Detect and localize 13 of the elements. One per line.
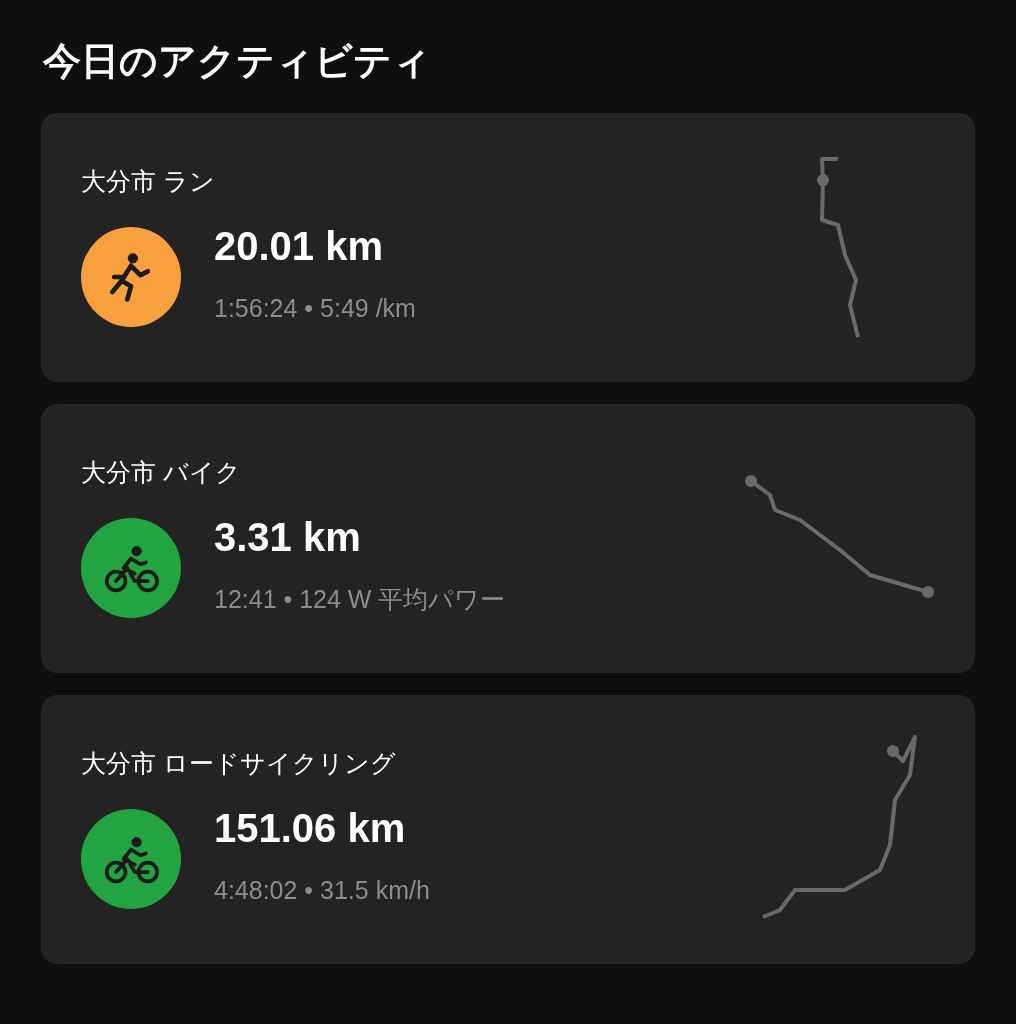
activity-card[interactable]: 大分市 バイク 3.31 km 12:41 • 124 W 平均パワー [41, 404, 975, 673]
activity-stats: 1:56:24 • 5:49 /km [214, 293, 416, 323]
activity-stats: 4:48:02 • 31.5 km/h [214, 875, 430, 905]
page-title: 今日のアクティビティ [43, 42, 432, 80]
activity-card[interactable]: 大分市 ラン 20.01 km 1:56:24 • 5:49 /km [41, 113, 975, 382]
distance-value: 3.31 km [214, 514, 362, 560]
activity-stats: 12:41 • 124 W 平均パワー [214, 584, 506, 614]
distance-value: 20.01 km [214, 223, 385, 269]
activity-title: 大分市 バイク [81, 458, 242, 486]
distance-value: 151.06 km [214, 805, 407, 851]
activity-card[interactable]: 大分市 ロードサイクリング 151.06 km 4:48:02 • 31.5 km/h [41, 695, 975, 964]
activity-title: 大分市 ラン [81, 167, 216, 195]
activity-title: 大分市 ロードサイクリング [81, 749, 397, 777]
